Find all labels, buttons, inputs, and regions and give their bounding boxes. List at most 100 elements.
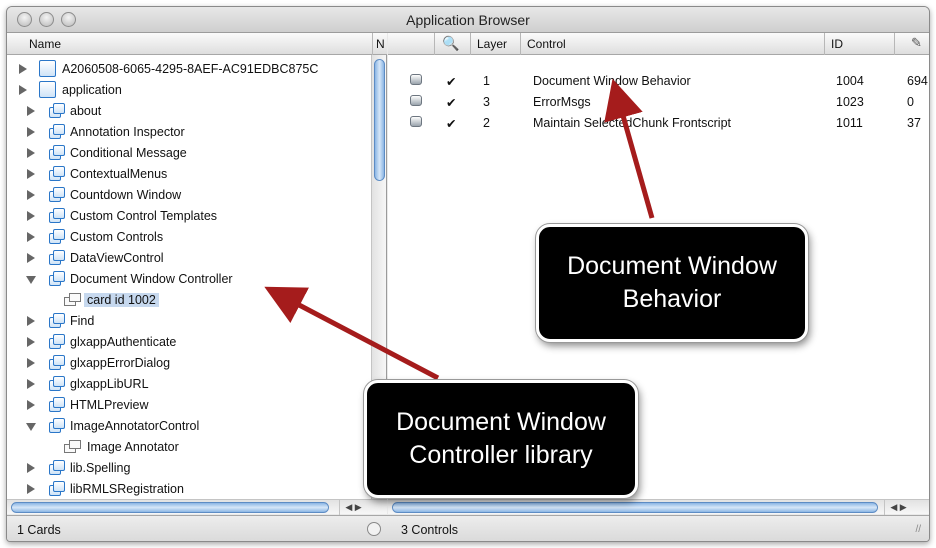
tree-row[interactable]: A2060508-6065-4295-8AEF-AC91EDBC875C [7,59,371,80]
disclosure-triangle-icon[interactable] [27,463,35,473]
tree-row[interactable]: HTMLPreview [7,395,371,416]
disclosure-triangle-icon[interactable] [27,316,35,326]
title-bar[interactable]: Application Browser [7,7,929,33]
column-separator[interactable] [470,33,471,55]
disclosure-triangle-icon[interactable] [27,400,35,410]
tree-item-label: about [70,104,102,118]
callout-line: Document Window [567,252,777,280]
disclosure-triangle-icon[interactable] [19,64,27,74]
control-type-icon [408,94,424,108]
tree-row[interactable]: DataViewControl [7,248,371,269]
vertical-scroll-thumb[interactable] [374,59,385,181]
callout-line: Controller library [409,441,593,469]
visible-checkmark[interactable]: ✔ [446,116,456,131]
refresh-icon[interactable] [367,522,381,536]
horizontal-scroll-thumb[interactable] [11,502,329,513]
search-icon[interactable]: 🔍 [442,35,459,52]
stack-tree-pane: Name N A2060508-6065-4295-8AEF-AC91EDBC8… [7,33,387,499]
tree-row-selected[interactable]: card id 1002 [7,290,371,311]
tree-item-label: ContextualMenus [70,167,168,181]
substack-icon [49,103,66,119]
disclosure-triangle-icon[interactable] [27,211,35,221]
layer-cell: 3 [483,95,490,109]
scroll-arrows-icon[interactable]: ◀ ▶ [884,500,912,515]
visible-checkmark[interactable]: ✔ [446,95,456,110]
substack-icon [49,313,66,329]
tree-row[interactable]: Custom Controls [7,227,371,248]
control-row[interactable]: ✔ 3 ErrorMsgs 1023 0 [388,92,929,113]
disclosure-triangle-icon[interactable] [27,127,35,137]
tree-item-label: application [62,83,122,97]
horizontal-scroll-thumb[interactable] [392,502,878,513]
control-name-cell: Document Window Behavior [533,74,691,88]
tree-row[interactable]: Document Window Controller [7,269,371,290]
tree-row[interactable]: libRMLSRegistration [7,479,371,499]
column-separator[interactable] [824,33,825,55]
control-row[interactable]: ✔ 1 Document Window Behavior 1004 694 [388,71,929,92]
mainstack-icon [39,81,56,98]
disclosure-triangle-icon[interactable] [27,148,35,158]
card-icon [64,293,82,307]
tree-item-label: Find [70,314,95,328]
column-separator[interactable] [894,33,895,55]
tree-row[interactable]: glxappErrorDialog [7,353,371,374]
layer-cell: 1 [483,74,490,88]
substack-icon [49,124,66,140]
scroll-arrows-icon[interactable]: ◀ ▶ [339,500,367,515]
tree-row[interactable]: about [7,101,371,122]
substack-icon [49,166,66,182]
brush-icon[interactable]: ✎ [911,35,922,51]
disclosure-triangle-icon[interactable] [19,85,27,95]
tree-row[interactable]: Annotation Inspector [7,122,371,143]
name-column-header[interactable]: Name [29,37,61,51]
column-separator[interactable] [372,33,373,55]
layer-column-header[interactable]: Layer [477,37,507,51]
tree-horizontal-scrollbar[interactable]: ◀ ▶ [7,499,387,515]
disclosure-triangle-icon[interactable] [27,190,35,200]
disclosure-triangle-icon[interactable] [27,484,35,494]
column-separator[interactable] [520,33,521,55]
substack-icon [49,355,66,371]
tree-row[interactable]: application [7,80,371,101]
cards-count: 1 Cards [17,523,61,537]
control-row[interactable]: ✔ 2 Maintain SelectedChunk Frontscript 1… [388,113,929,134]
disclosure-triangle-icon[interactable] [27,232,35,242]
tree-row[interactable]: Image Annotator [7,437,371,458]
callout-behavior: Document Window Behavior [536,224,808,342]
resize-grip-icon[interactable]: // [915,524,921,535]
tree-row[interactable]: Conditional Message [7,143,371,164]
tree-item-label: Conditional Message [70,146,187,160]
disclosure-triangle-icon[interactable] [27,358,35,368]
disclosure-triangle-icon[interactable] [27,253,35,263]
tree-row[interactable]: ImageAnnotatorControl [7,416,371,437]
tree-item-label: glxappLibURL [70,377,149,391]
tree-row[interactable]: ContextualMenus [7,164,371,185]
control-column-header[interactable]: Control [527,37,566,51]
disclosure-triangle-open-icon[interactable] [26,423,36,431]
disclosure-triangle-open-icon[interactable] [26,276,36,284]
tree-item-label: A2060508-6065-4295-8AEF-AC91EDBC875C [62,62,319,76]
controls-count: 3 Controls [401,523,458,537]
disclosure-triangle-icon[interactable] [27,379,35,389]
id-column-header[interactable]: ID [831,37,843,51]
controls-horizontal-scrollbar[interactable]: ◀ ▶ [388,499,929,515]
tree-row[interactable]: glxappAuthenticate [7,332,371,353]
window-title: Application Browser [406,12,530,28]
tree-row[interactable]: Countdown Window [7,185,371,206]
tree-row[interactable]: Custom Control Templates [7,206,371,227]
disclosure-triangle-icon[interactable] [27,169,35,179]
substack-icon [49,145,66,161]
tree-item-label: Document Window Controller [70,272,233,286]
disclosure-triangle-icon[interactable] [27,106,35,116]
visible-checkmark[interactable]: ✔ [446,74,456,89]
tree-row[interactable]: glxappLibURL [7,374,371,395]
mainstack-icon [39,60,56,77]
control-name-cell: ErrorMsgs [533,95,591,109]
tree-item-label: lib.Spelling [70,461,131,475]
truncated-column-header[interactable]: N [376,37,385,51]
tree-row[interactable]: Find [7,311,371,332]
tree-row[interactable]: lib.Spelling [7,458,371,479]
column-separator[interactable] [434,33,435,55]
tree-item-label: glxappAuthenticate [70,335,177,349]
disclosure-triangle-icon[interactable] [27,337,35,347]
